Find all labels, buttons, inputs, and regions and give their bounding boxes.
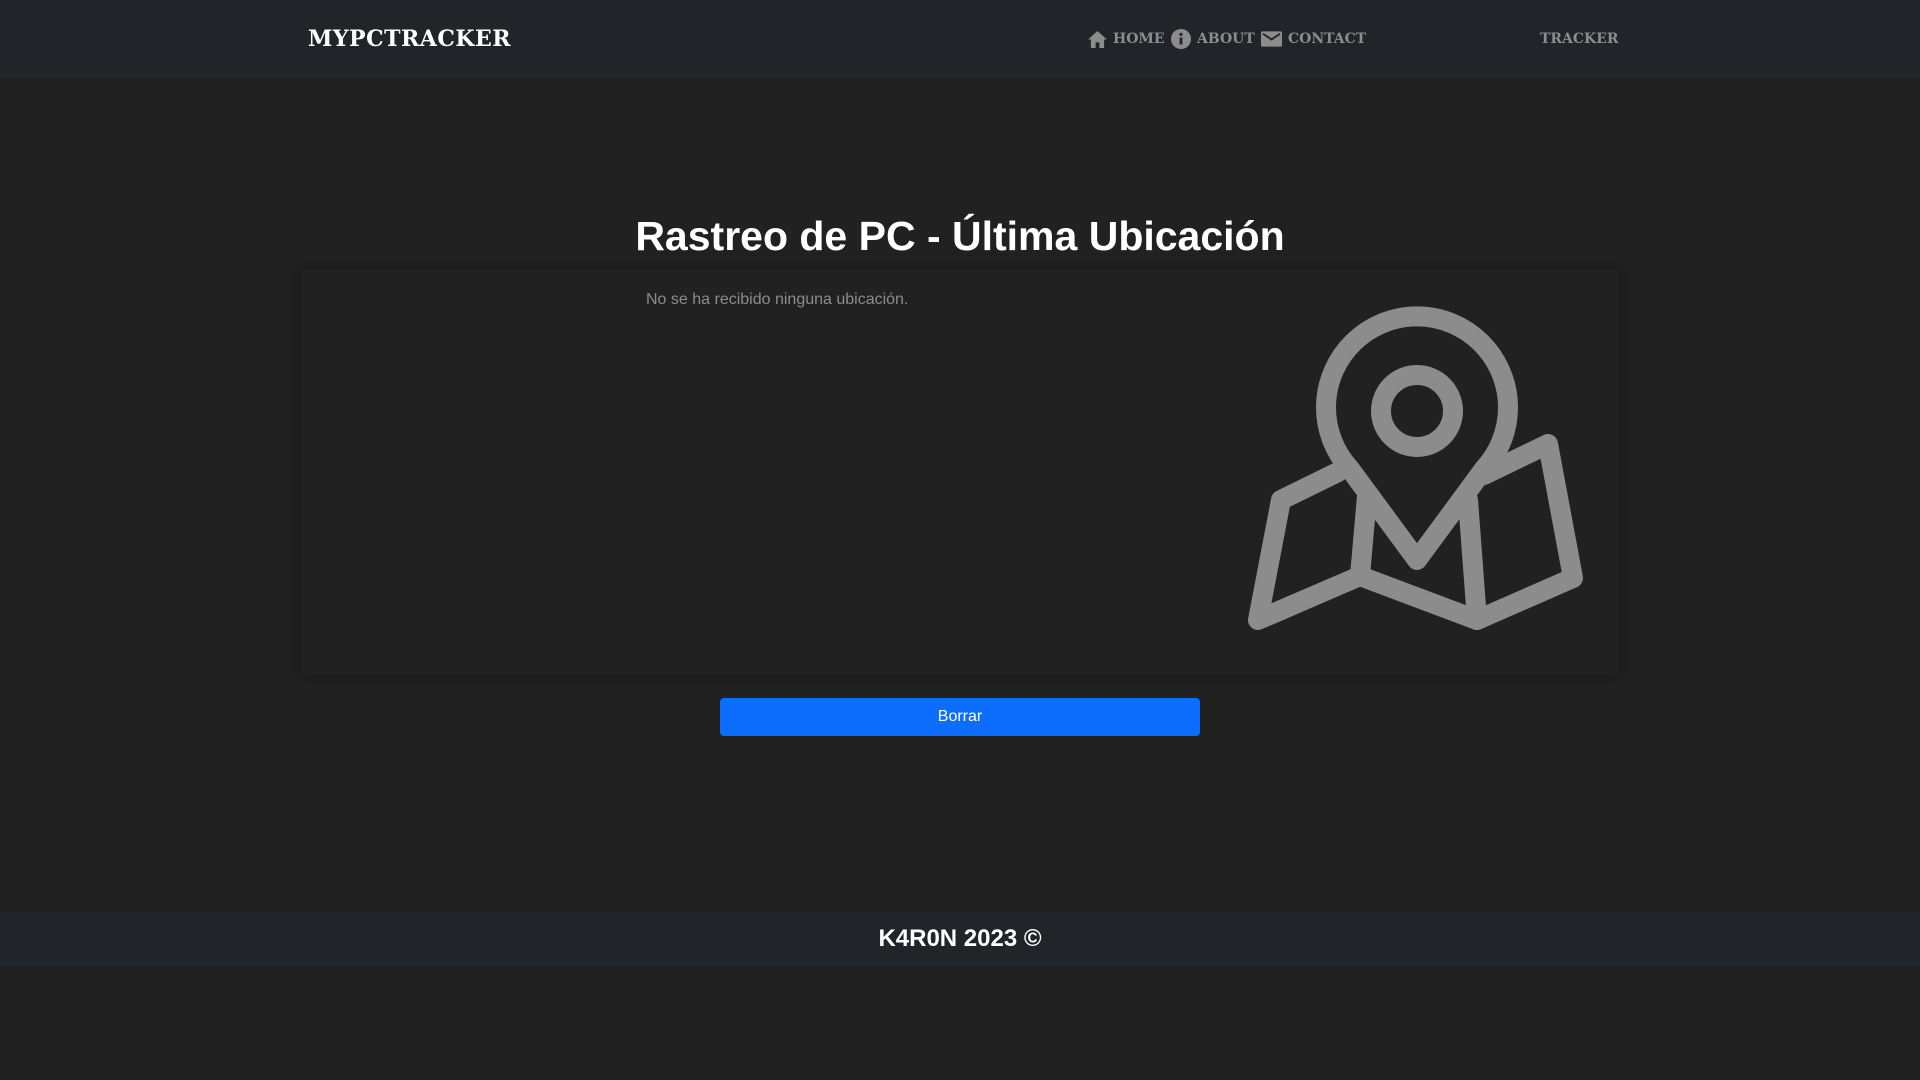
footer-copyright: K4R0N 2023 © [878,925,1042,952]
home-icon [1088,30,1107,48]
location-status-text: No se ha recibido ninguna ubicación. [646,291,909,308]
info-icon [1171,29,1191,49]
nav-about-label: About [1197,31,1255,47]
nav-tracker-link[interactable]: Tracker [1540,26,1619,52]
delete-button[interactable]: Borrar [720,698,1200,736]
mail-icon [1261,31,1282,47]
map-location-pin-icon [1248,306,1583,630]
nav-home-label: Home [1113,31,1165,47]
navbar: MyPcTracker Home About Contact Tracker [0,0,1920,78]
nav-about-link[interactable]: About [1171,26,1255,52]
page-title: Rastreo de PC - Última Ubicación [635,213,1285,259]
nav-contact-label: Contact [1288,31,1367,47]
nav-contact-link[interactable]: Contact [1261,26,1366,52]
nav-home-link[interactable]: Home [1088,26,1165,52]
brand-logo[interactable]: MyPcTracker [308,24,511,54]
footer: K4R0N 2023 © [0,912,1920,966]
